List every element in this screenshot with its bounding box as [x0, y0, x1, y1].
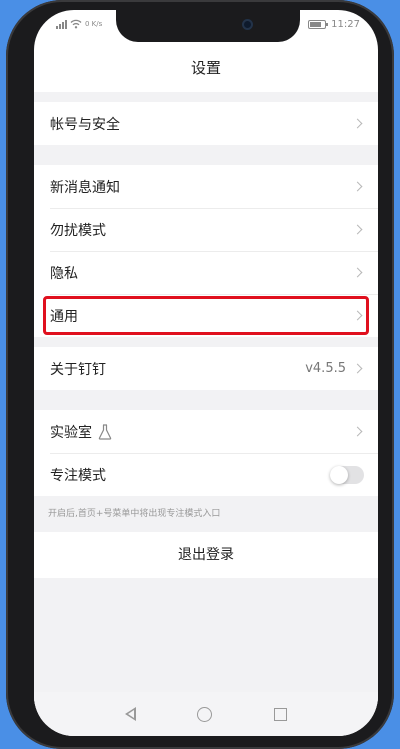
- settings-item-label: 通用: [50, 308, 78, 325]
- lab-label: 实验室: [50, 424, 92, 441]
- settings-item-label: 实验室: [50, 422, 354, 442]
- status-left: 0 K/s: [56, 19, 102, 29]
- signal-icon: [56, 19, 67, 29]
- chevron-right-icon: [352, 118, 363, 129]
- system-nav-bar: [34, 692, 378, 736]
- settings-item-label: 关于钉钉: [50, 361, 106, 378]
- settings-item-label: 帐号与安全: [50, 116, 120, 133]
- status-right: 11:27: [308, 19, 360, 30]
- chevron-right-icon: [352, 181, 363, 192]
- focus-mode-toggle[interactable]: [330, 465, 364, 484]
- chevron-right-icon: [352, 267, 363, 278]
- chevron-right-icon: [352, 426, 363, 437]
- focus-hint: 开启后,首页+号菜单中将出现专注模式入口: [34, 496, 378, 532]
- settings-item-dnd[interactable]: 勿扰模式: [34, 208, 378, 251]
- logout-button[interactable]: 退出登录: [34, 532, 378, 578]
- section-gap: [34, 390, 378, 410]
- home-icon[interactable]: [197, 706, 213, 722]
- chevron-right-icon: [352, 363, 363, 374]
- settings-item-label: 勿扰模式: [50, 222, 106, 239]
- chevron-right-icon: [352, 224, 363, 235]
- section-gap: [34, 337, 378, 347]
- status-time: 11:27: [331, 19, 360, 30]
- settings-item-general[interactable]: 通用: [34, 294, 378, 337]
- settings-item-about[interactable]: 关于钉钉 v4.5.5: [34, 347, 378, 390]
- section-gap: [34, 145, 378, 165]
- settings-item-lab[interactable]: 实验室: [34, 410, 378, 453]
- settings-item-focus: 专注模式: [34, 453, 378, 496]
- settings-item-privacy[interactable]: 隐私: [34, 251, 378, 294]
- notch: [116, 10, 300, 42]
- network-speed: 0 K/s: [85, 19, 103, 28]
- camera-icon: [242, 19, 253, 30]
- section-gap: [34, 92, 378, 102]
- version-value: v4.5.5: [305, 361, 346, 376]
- battery-icon: [308, 20, 329, 29]
- chevron-right-icon: [352, 310, 363, 321]
- settings-item-label: 隐私: [50, 265, 78, 282]
- settings-item-label: 新消息通知: [50, 179, 120, 196]
- settings-item-notifications[interactable]: 新消息通知: [34, 165, 378, 208]
- settings-list: 帐号与安全 新消息通知 勿扰模式 隐私 通用 关于钉钉 v4.5.5 实验室 专…: [34, 92, 378, 702]
- settings-item-label: 专注模式: [50, 467, 106, 484]
- recents-icon[interactable]: [274, 707, 288, 721]
- page-title: 设置: [190, 59, 221, 77]
- settings-item-account[interactable]: 帐号与安全: [34, 102, 378, 145]
- screen: 0 K/s 11:27 设置 帐号与安全 新消息通知 勿扰模式 隐私 通用 关于…: [34, 10, 378, 736]
- wifi-icon: [70, 19, 82, 29]
- back-icon[interactable]: [124, 707, 136, 721]
- flask-icon: [98, 423, 112, 440]
- phone-frame: 0 K/s 11:27 设置 帐号与安全 新消息通知 勿扰模式 隐私 通用 关于…: [6, 0, 394, 749]
